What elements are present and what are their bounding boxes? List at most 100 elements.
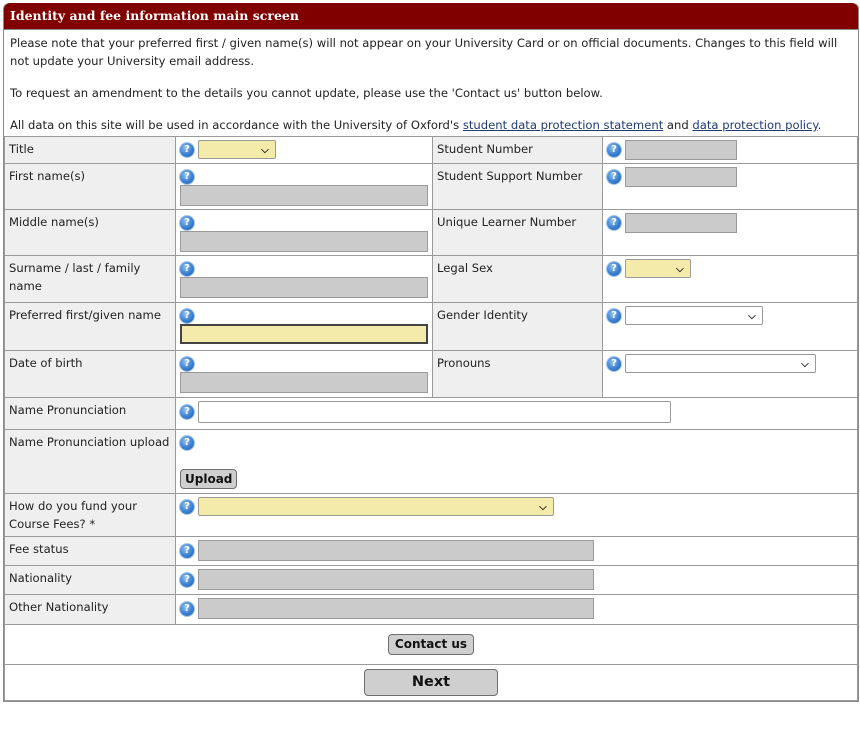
data-protection-and-text: and (663, 118, 693, 132)
help-icon[interactable]: ? (180, 169, 194, 184)
help-icon[interactable]: ? (180, 435, 194, 450)
contact-row: Contact us (4, 624, 858, 665)
legal-sex-label: Legal Sex (432, 255, 603, 303)
student-support-number-field (624, 167, 737, 187)
chevron-down-icon: ⌵ (539, 502, 547, 513)
name-pronunciation-input[interactable] (197, 401, 671, 423)
surname-cell: ? (175, 255, 433, 303)
student-data-protection-link[interactable]: student data protection statement (463, 118, 663, 132)
other-nationality-cell: ? (175, 594, 858, 625)
student-number-cell: ? (602, 136, 858, 164)
help-icon[interactable]: ? (180, 543, 194, 558)
fund-course-fees-label: How do you fund your Course Fees? * (4, 493, 176, 537)
unique-learner-number-label: Unique Learner Number (432, 209, 603, 256)
help-icon[interactable]: ? (180, 308, 194, 323)
form-row: How do you fund your Course Fees? * ? ⌵ (4, 493, 858, 537)
next-cell: Next (4, 664, 858, 701)
student-number-label: Student Number (432, 136, 603, 164)
help-icon[interactable]: ? (607, 308, 621, 323)
student-support-number-label: Student Support Number (432, 163, 603, 210)
surname-label: Surname / last / family name (4, 255, 176, 303)
chevron-down-icon: ⌵ (748, 311, 756, 322)
date-of-birth-label: Date of birth (4, 350, 176, 398)
legal-sex-cell: ? ⌵ (602, 255, 858, 303)
chevron-down-icon: ⌵ (801, 359, 809, 370)
help-icon[interactable]: ? (180, 499, 194, 514)
data-protection-policy-link[interactable]: data protection policy (692, 118, 817, 132)
unique-learner-number-cell: ? (602, 209, 858, 256)
chevron-down-icon: ⌵ (261, 145, 269, 156)
pronouns-label: Pronouns (432, 350, 603, 398)
first-names-label: First name(s) (4, 163, 176, 210)
help-icon[interactable]: ? (607, 170, 621, 184)
help-icon[interactable]: ? (180, 405, 194, 419)
gender-identity-select[interactable]: ⌵ (624, 306, 763, 325)
next-button[interactable]: Next (364, 669, 498, 696)
form-row: Name Pronunciation upload ? Upload (4, 429, 858, 494)
help-icon[interactable]: ? (180, 142, 194, 157)
intro-paragraph-amendment: To request an amendment to the details y… (10, 86, 603, 100)
help-icon[interactable]: ? (180, 601, 194, 616)
help-icon[interactable]: ? (180, 572, 194, 587)
nationality-label: Nationality (4, 565, 176, 595)
form-row: Other Nationality ? (4, 594, 858, 625)
date-of-birth-cell: ? (175, 350, 433, 398)
help-icon[interactable]: ? (180, 261, 194, 276)
nationality-cell: ? (175, 565, 858, 595)
fee-status-field (197, 540, 594, 561)
help-icon[interactable]: ? (180, 356, 194, 371)
help-icon[interactable]: ? (607, 143, 621, 157)
help-icon[interactable]: ? (180, 215, 194, 230)
fund-course-fees-cell: ? ⌵ (175, 493, 858, 537)
contact-us-button[interactable]: Contact us (387, 634, 475, 655)
gender-identity-cell: ? ⌵ (602, 302, 858, 351)
other-nationality-field (197, 598, 594, 619)
form-row: Surname / last / family name ? Legal Sex… (4, 255, 858, 303)
title-select[interactable]: ⌵ (197, 140, 276, 159)
title-cell: ? ⌵ (175, 136, 433, 164)
middle-names-field (180, 231, 428, 252)
form-row: Preferred first/given name ? Gender Iden… (4, 302, 858, 351)
form-row: Name Pronunciation ? (4, 397, 858, 430)
form-row: Nationality ? (4, 565, 858, 595)
nationality-field (197, 569, 594, 590)
form-row: First name(s) ? Student Support Number ? (4, 163, 858, 210)
first-names-cell: ? (175, 163, 433, 210)
surname-field (180, 277, 428, 298)
intro-paragraph-data-protection: All data on this site will be used in ac… (10, 116, 852, 134)
identity-form-table: Title ? ⌵ Student Number ? First name(s)… (4, 136, 858, 701)
fund-course-fees-select[interactable]: ⌵ (197, 497, 554, 516)
intro-text: Please note that your preferred first / … (4, 29, 858, 136)
middle-names-cell: ? (175, 209, 433, 256)
help-icon[interactable]: ? (607, 261, 621, 276)
name-pronunciation-label: Name Pronunciation (4, 397, 176, 430)
form-row: Date of birth ? Pronouns ? ⌵ (4, 350, 858, 398)
student-number-field (624, 140, 737, 160)
name-pronunciation-upload-label: Name Pronunciation upload (4, 429, 176, 494)
pronouns-select[interactable]: ⌵ (624, 354, 816, 373)
form-row: Fee status ? (4, 536, 858, 566)
preferred-name-cell: ? (175, 302, 433, 351)
data-protection-text: All data on this site will be used in ac… (10, 118, 463, 132)
help-icon[interactable]: ? (607, 356, 621, 371)
form-row: Title ? ⌵ Student Number ? (4, 136, 858, 164)
unique-learner-number-field (624, 213, 737, 233)
legal-sex-select[interactable]: ⌵ (624, 259, 691, 278)
fee-status-label: Fee status (4, 536, 176, 566)
fee-status-cell: ? (175, 536, 858, 566)
other-nationality-label: Other Nationality (4, 594, 176, 625)
preferred-name-label: Preferred first/given name (4, 302, 176, 351)
page-title: Identity and fee information main screen (4, 3, 858, 29)
period-text: . (817, 118, 822, 132)
name-pronunciation-upload-cell: ? Upload (175, 429, 858, 494)
upload-button[interactable]: Upload (180, 469, 238, 489)
pronouns-cell: ? ⌵ (602, 350, 858, 398)
middle-names-label: Middle name(s) (4, 209, 176, 256)
first-names-field (180, 185, 428, 206)
preferred-name-input[interactable] (180, 324, 428, 344)
name-pronunciation-cell: ? (175, 397, 858, 430)
intro-paragraph-name-notice: Please note that your preferred first / … (10, 36, 838, 68)
help-icon[interactable]: ? (607, 216, 621, 230)
date-of-birth-field (180, 372, 428, 393)
student-support-number-cell: ? (602, 163, 858, 210)
